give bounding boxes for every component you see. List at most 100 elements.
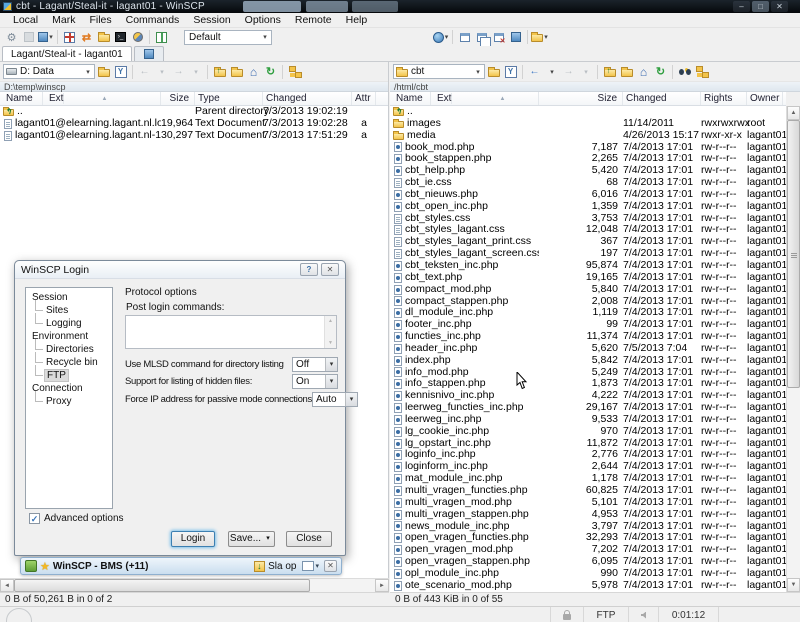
local-forward-history-button[interactable]: ▾ [187,64,204,80]
stack-windows-button[interactable] [507,29,524,45]
save-dropdown-button[interactable]: ▾ [262,531,275,547]
remote-refresh-button[interactable]: ↻ [652,64,669,80]
remote-find-files-button[interactable] [676,64,693,80]
close-button[interactable]: ✕ [771,1,788,12]
remote-file-row[interactable]: multi_vragen_mod.php 5,101 7/4/2013 17:0… [390,497,786,509]
local-forward-button[interactable]: → [170,64,187,80]
protocol-segment[interactable]: FTP [583,607,628,622]
advanced-options-checkbox[interactable]: ✓ [29,513,40,524]
local-home-button[interactable]: ⌂ [245,64,262,80]
chevron-down-icon[interactable]: ▾ [472,68,484,76]
remote-file-row[interactable]: cbt_open_inc.php 1,359 7/4/2013 17:01 rw… [390,201,786,213]
local-parent-directory-button[interactable]: ↑ [211,64,228,80]
new-session-tab[interactable] [134,46,164,61]
option-dropdown[interactable]: Auto ▾ [312,392,358,407]
explore-folders-button[interactable] [95,29,112,45]
column-header-size[interactable]: Size [539,92,623,105]
queue-button[interactable]: ▾ [37,29,54,45]
minimize-button[interactable]: – [733,1,750,12]
menu-item[interactable]: Commands [119,14,187,26]
save-entry-icon[interactable] [254,561,265,572]
remote-file-row[interactable]: lg_cookie_inc.php 970 7/4/2013 17:01 rw-… [390,426,786,438]
notifications-segment[interactable] [628,607,658,622]
remote-forward-button[interactable]: → [560,64,577,80]
menu-item[interactable]: Files [82,14,118,26]
help-button[interactable]: ? [300,263,318,276]
remote-file-row[interactable]: ote_scenario_mod.php 5,978 7/4/2013 17:0… [390,580,786,592]
scroll-down-icon[interactable]: ▼ [787,578,800,592]
remote-filter-button[interactable]: Y [502,64,519,80]
title-bar[interactable]: cbt - Lagant/Steal-it - lagant01 - WinSC… [0,0,800,13]
menu-item[interactable]: Options [238,14,288,26]
column-header-ext[interactable]: Ext▲ [431,92,539,105]
column-header-ext[interactable]: Ext▲ [43,92,161,105]
menu-item[interactable]: Session [186,14,237,26]
local-back-button[interactable]: ← [136,64,153,80]
chevron-down-icon[interactable]: ▾ [325,375,337,388]
chevron-down-icon[interactable]: ▾ [259,33,271,41]
synchronize-button[interactable]: ⇄ [78,29,95,45]
local-path-bar[interactable]: D:\temp\winscp [0,81,388,92]
tree-item[interactable]: Logging [26,317,112,330]
column-header-rights[interactable]: Rights [701,92,747,105]
encryption-segment[interactable] [550,607,583,622]
disabled-tool-button[interactable] [20,29,37,45]
remote-directory-combo[interactable]: cbt ▾ [393,64,485,79]
menu-item[interactable]: Local [6,14,45,26]
local-refresh-button[interactable]: ↻ [262,64,279,80]
remote-back-history-button[interactable]: ▾ [543,64,560,80]
remote-file-row[interactable]: cbt_text.php 19,165 7/4/2013 17:01 rw-r-… [390,272,786,284]
local-horizontal-scrollbar[interactable]: ◄ ► [0,578,389,592]
column-header-attr[interactable]: Attr [352,92,376,105]
remote-path-bar[interactable]: /html/cbt [390,81,800,92]
tree-item[interactable]: Proxy [26,395,112,408]
maximize-button[interactable]: □ [752,1,769,12]
remote-tree-button[interactable] [693,64,710,80]
column-header-type[interactable]: Type [195,92,263,105]
password-bar-close-button[interactable]: ✕ [324,560,337,572]
column-header-name[interactable]: Name [393,92,431,105]
remote-file-row[interactable]: cbt_nieuws.php 6,016 7/4/2013 17:01 rw-r… [390,189,786,201]
remote-home-button[interactable]: ⌂ [635,64,652,80]
column-header-changed[interactable]: Changed [623,92,701,105]
local-tree-button[interactable] [286,64,303,80]
remote-file-row[interactable]: compact_mod.php 5,840 7/4/2013 17:01 rw-… [390,284,786,296]
commander-view-button[interactable] [153,29,170,45]
remote-open-directory-button[interactable] [485,64,502,80]
scrollbar-thumb[interactable] [787,120,800,388]
post-login-commands-input[interactable]: ▲▼ [125,315,337,349]
chevron-down-icon[interactable]: ▾ [325,358,337,371]
remote-file-row[interactable]: images 11/14/2011 rwxrwxrwx root [390,118,786,130]
transfer-settings-combo[interactable]: Default ▾ [184,30,272,45]
scrollbar-thumb[interactable] [14,579,310,592]
scroll-left-icon[interactable]: ◄ [0,579,14,592]
chevron-down-icon[interactable]: ▾ [345,393,357,406]
save-button[interactable]: Save... [228,531,263,547]
remote-file-row[interactable]: leerweg_inc.php 9,533 7/4/2013 17:01 rw-… [390,414,786,426]
local-drive-combo[interactable]: D: Data ▾ [3,64,95,79]
column-header-owner[interactable]: Owner [747,92,783,105]
local-file-row[interactable]: lagant01@elearning.lagant.nl-1.log 30,29… [0,130,388,142]
remote-go-to-directory-button[interactable] [618,64,635,80]
window-options-icon[interactable] [302,561,314,571]
close-dialog-button[interactable]: Close [286,531,332,547]
remote-file-row[interactable]: media 4/26/2013 15:17 rwxr-xr-x lagant01 [390,130,786,142]
remote-back-button[interactable]: ← [526,64,543,80]
menu-item[interactable]: Remote [288,14,339,26]
menu-item[interactable]: Help [339,14,375,26]
dialog-close-button[interactable]: ✕ [321,263,339,276]
remote-forward-history-button[interactable]: ▾ [577,64,594,80]
close-session-button[interactable] [490,29,507,45]
transfer-settings-button[interactable] [129,29,146,45]
remote-file-row[interactable]: index.php 5,842 7/4/2013 17:01 rw-r--r--… [390,355,786,367]
column-header-size[interactable]: Size [161,92,195,105]
tree-item[interactable]: FTP [26,369,112,382]
login-button[interactable]: Login [171,531,215,547]
local-open-directory-button[interactable] [95,64,112,80]
option-dropdown[interactable]: Off ▾ [292,357,338,372]
menu-item[interactable]: Mark [45,14,82,26]
local-filter-button[interactable]: Y [112,64,129,80]
column-header-name[interactable]: Name [3,92,43,105]
remote-file-row[interactable]: opl_module_inc.php 990 7/4/2013 17:01 rw… [390,568,786,580]
option-dropdown[interactable]: On ▾ [292,374,338,389]
